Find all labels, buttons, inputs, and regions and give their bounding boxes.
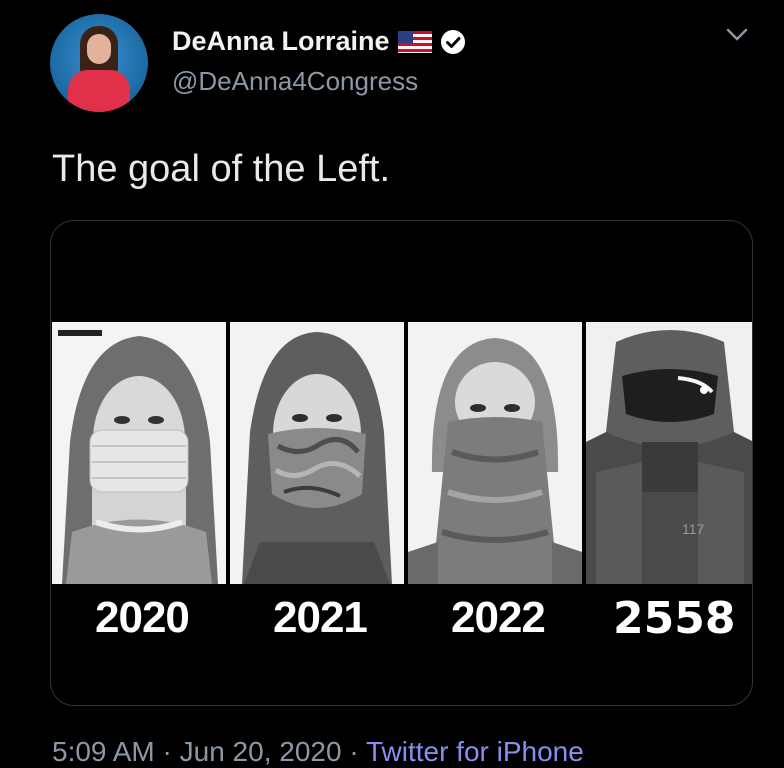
panel-face-gaiter [408,322,582,584]
meta-separator: · [162,736,172,767]
year-label-2558: 2558 [613,593,736,644]
tweet-source-link[interactable]: Twitter for iPhone [366,736,584,767]
tweet-text: The goal of the Left. [52,148,391,190]
year-label-2021: 2021 [273,593,368,642]
svg-text:117: 117 [682,521,705,537]
meta-separator: · [349,736,359,767]
image-panels: 117 [51,322,752,584]
year-label-2022: 2022 [451,593,546,642]
tweet-time[interactable]: 5:09 AM [52,736,155,767]
avatar[interactable] [50,14,148,112]
us-flag-icon [397,30,432,53]
verified-icon [440,29,466,55]
tweet: DeAnna Lorraine @DeAnna4Congress The goa… [0,0,784,768]
panel-cloth-mask [230,322,404,584]
tweet-date[interactable]: Jun 20, 2020 [180,736,342,767]
panel-armored-helmet: 117 [586,322,752,584]
year-label-2020: 2020 [95,593,190,642]
display-name[interactable]: DeAnna Lorraine [172,26,390,57]
author-name-row: DeAnna Lorraine [172,26,466,57]
tweet-image[interactable]: 117 2020 2021 2022 2558 [50,220,753,706]
chevron-down-icon[interactable] [726,28,748,42]
panel-surgical-mask [52,322,226,584]
tweet-metadata: 5:09 AM · Jun 20, 2020 · Twitter for iPh… [52,736,584,768]
watermark-stamp [58,330,102,336]
author-handle[interactable]: @DeAnna4Congress [172,66,418,97]
